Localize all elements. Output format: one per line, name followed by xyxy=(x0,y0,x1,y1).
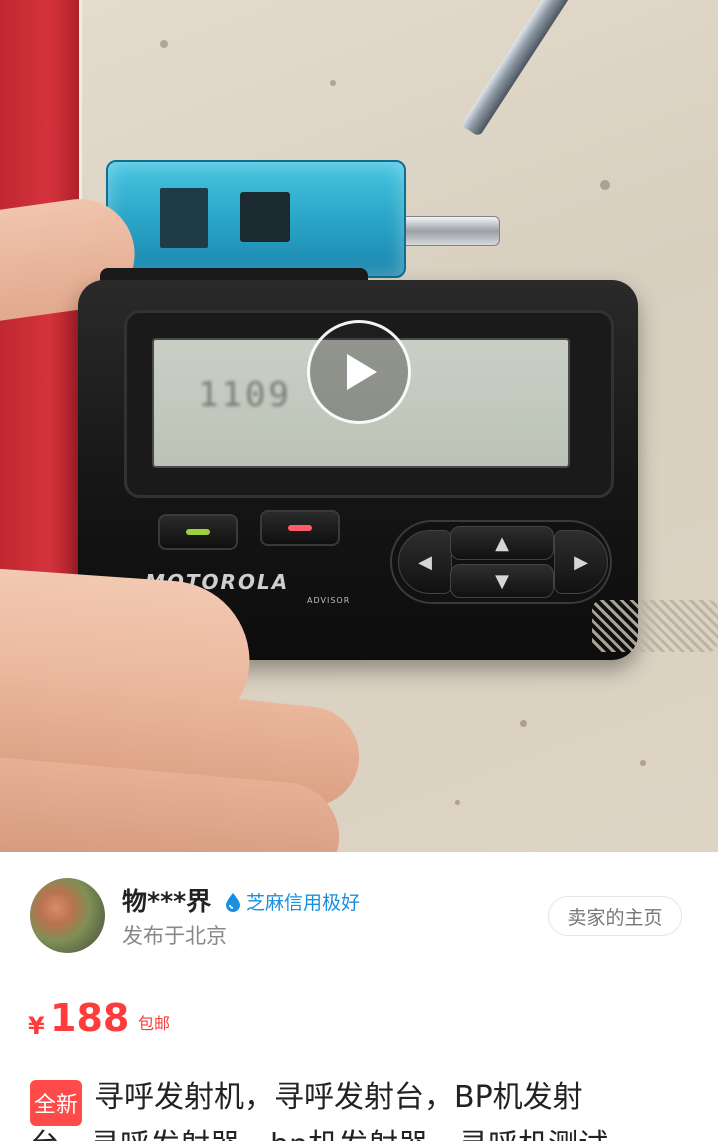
product-video[interactable]: 1109 ◀ ▲ ▼ ▶ MOTOROLA ADVISOR xyxy=(0,0,718,852)
play-button[interactable] xyxy=(307,320,411,424)
currency-symbol: ¥ xyxy=(28,1012,45,1040)
play-icon xyxy=(347,354,377,390)
background-speck xyxy=(160,40,168,48)
left-arrow-icon: ◀ xyxy=(398,530,452,594)
right-arrow-icon: ▶ xyxy=(554,530,608,594)
seller-avatar[interactable] xyxy=(30,878,105,953)
usb-transmitter-board xyxy=(106,160,406,278)
pager-green-key xyxy=(158,514,238,550)
publish-location: 发布于北京 xyxy=(122,924,227,948)
antenna xyxy=(460,0,643,137)
price: 188 xyxy=(50,996,130,1040)
pager-lcd-text: 1109 xyxy=(198,375,292,415)
keychain xyxy=(592,600,718,652)
background-speck xyxy=(520,720,527,727)
board-chip xyxy=(240,192,290,242)
credit-label: 芝麻信用极好 xyxy=(246,892,361,914)
down-arrow-icon: ▼ xyxy=(450,564,554,598)
water-drop-icon xyxy=(226,892,240,912)
pager-red-key xyxy=(260,510,340,546)
background-speck xyxy=(600,180,610,190)
red-led xyxy=(288,525,312,531)
sma-connector xyxy=(398,216,500,246)
item-title: 寻呼发射机，寻呼发射台，BP机发射 台，寻呼发射器，bp机发射器，寻呼机测试 xyxy=(30,1074,690,1141)
board-chip xyxy=(160,188,208,248)
free-shipping-tag: 包邮 xyxy=(138,1014,171,1033)
product-info: 物***界 芝麻信用极好 发布于北京 卖家的主页 ¥ 188 包邮 寻呼发射机，… xyxy=(0,852,718,1141)
background-speck xyxy=(455,800,460,805)
background-speck xyxy=(330,80,336,86)
condition-badge: 全新 xyxy=(30,1080,82,1126)
item-title-line: 台，寻呼发射器，bp机发射器，寻呼机测试 xyxy=(30,1128,608,1141)
pager-model-label: ADVISOR xyxy=(307,596,351,605)
green-led xyxy=(186,529,210,535)
pager-dpad: ◀ ▲ ▼ ▶ xyxy=(390,520,612,604)
background-speck xyxy=(640,760,646,766)
seller-name[interactable]: 物***界 xyxy=(122,882,211,918)
item-title-line: 寻呼发射机，寻呼发射台，BP机发射 xyxy=(94,1080,583,1115)
up-arrow-icon: ▲ xyxy=(450,526,554,560)
credit-badge[interactable]: 芝麻信用极好 xyxy=(224,888,360,915)
seller-home-button[interactable]: 卖家的主页 xyxy=(548,896,682,936)
